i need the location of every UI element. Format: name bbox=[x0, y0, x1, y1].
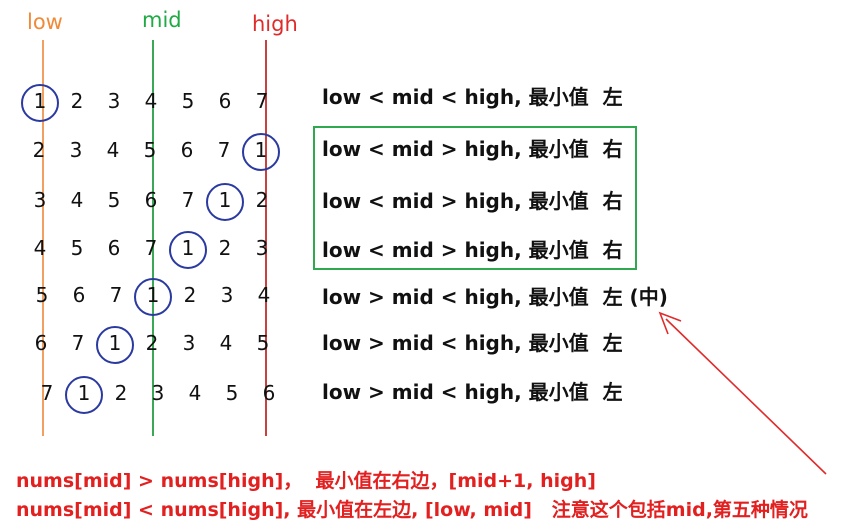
arrow-shaft bbox=[665, 318, 827, 475]
annotation-arrow bbox=[658, 311, 827, 475]
diagram: low mid high 1 2 3 4 5 6 7 low < mid < high, 最小… bbox=[0, 0, 861, 529]
